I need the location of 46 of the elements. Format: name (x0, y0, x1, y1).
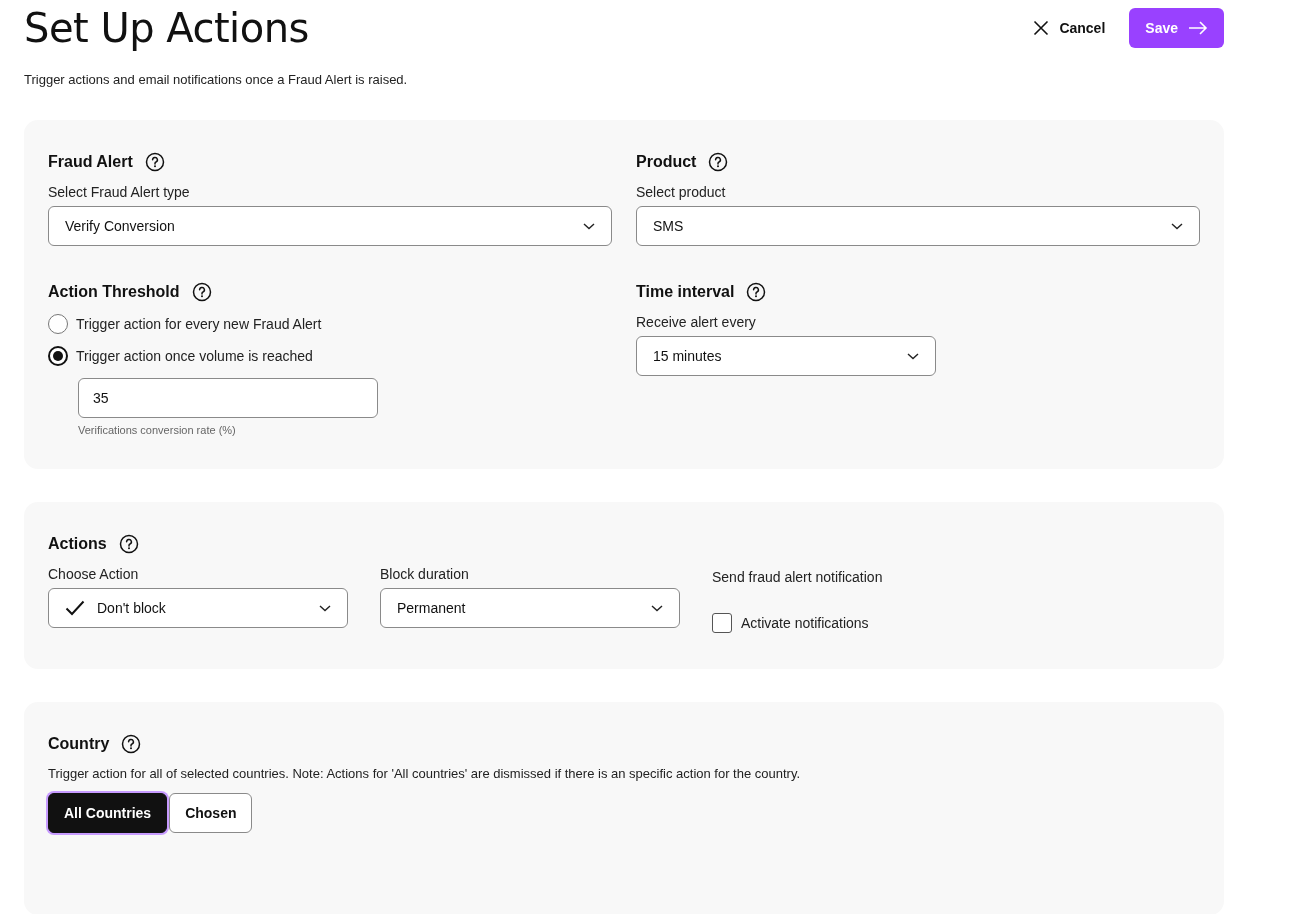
radio-button[interactable] (48, 346, 68, 366)
save-button[interactable]: Save (1129, 8, 1224, 48)
chevron-down-icon (1171, 222, 1183, 230)
chevron-down-icon (651, 604, 663, 612)
section-heading: Country (48, 735, 110, 753)
help-icon[interactable] (708, 152, 729, 172)
select-field[interactable]: Permanent (380, 588, 680, 628)
checkbox-label: Activate notifications (741, 615, 869, 631)
radio-button[interactable] (48, 314, 68, 334)
select-field[interactable]: SMS (636, 206, 1200, 246)
description-text: Trigger action for all of selected countries. Note: Actions for 'All countries' are dismissed if there is an specific action for the country. (48, 766, 802, 781)
select-field[interactable]: 15 minutes (636, 336, 936, 376)
section-heading: Time interval (636, 283, 735, 301)
chevron-down-icon (319, 604, 331, 612)
field-label: Receive alert every (636, 314, 757, 330)
help-icon[interactable] (121, 734, 142, 754)
section-heading: Fraud Alert (48, 153, 133, 171)
arrow-right-icon (1188, 21, 1208, 35)
check-icon (65, 600, 85, 616)
help-icon[interactable] (191, 282, 212, 302)
input-field[interactable]: 35 (78, 378, 378, 418)
toggle-button[interactable]: Chosen (169, 793, 253, 833)
page-title: Set Up Actions (24, 6, 309, 50)
radio-label: Trigger action for every new Fraud Alert (76, 316, 322, 332)
chevron-down-icon (907, 352, 919, 360)
select-field[interactable]: Don't block (48, 588, 348, 628)
field-label: Block duration (380, 566, 470, 582)
toggle-button[interactable]: All Countries (48, 793, 168, 833)
checkbox[interactable] (712, 613, 732, 633)
section-heading: Actions (48, 535, 107, 553)
field-label: Select Fraud Alert type (48, 184, 191, 200)
cancel-button[interactable]: Cancel (1033, 12, 1106, 44)
field-label: Choose Action (48, 566, 140, 582)
close-icon (1033, 20, 1050, 36)
help-icon[interactable] (144, 152, 165, 172)
radio-label: Trigger action once volume is reached (76, 348, 313, 364)
field-label: Send fraud alert notification (712, 569, 883, 585)
section-heading: Product (636, 153, 697, 171)
help-icon[interactable] (118, 534, 139, 554)
select-field[interactable]: Verify Conversion (48, 206, 612, 246)
chevron-down-icon (583, 222, 595, 230)
field-label: Select product (636, 184, 727, 200)
section-heading: Action Threshold (48, 283, 180, 301)
helper-text: Verifications conversion rate (%) (78, 424, 237, 436)
page-subtitle: Trigger actions and email notifications once a Fraud Alert is raised. (24, 72, 409, 87)
help-icon[interactable] (746, 282, 767, 302)
